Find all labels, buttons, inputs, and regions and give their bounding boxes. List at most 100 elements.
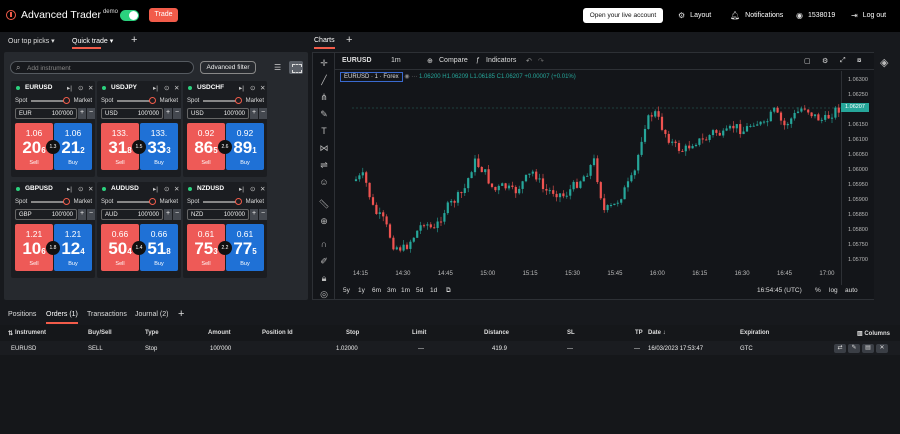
tab-charts[interactable]: Charts: [314, 37, 335, 49]
zoom-in-icon[interactable]: ⊕: [318, 216, 330, 227]
settings-icon[interactable]: ⚙: [822, 57, 828, 65]
fullscreen-chart-icon[interactable]: ▢: [804, 57, 811, 65]
col-limit[interactable]: Limit: [412, 330, 426, 336]
tile-symbol[interactable]: NZDUSD: [197, 185, 224, 192]
col-position-id[interactable]: Position Id: [262, 330, 293, 336]
increase-button[interactable]: +: [250, 108, 258, 119]
notifications-button[interactable]: 🔔︎ Notifications: [730, 11, 783, 20]
chart-symbol[interactable]: EURUSD: [342, 57, 372, 64]
account-button[interactable]: ◉ 1538019: [796, 11, 835, 20]
order-type-slider[interactable]: [117, 201, 151, 203]
tab-positions[interactable]: Positions: [8, 311, 36, 318]
quantity-field[interactable]: USD 100'000: [101, 108, 163, 119]
tile-close-icon[interactable]: ✕: [260, 185, 265, 193]
range-button-6m[interactable]: 6m: [372, 287, 381, 294]
tab-orders[interactable]: Orders (1): [46, 311, 78, 324]
chart-link-icon[interactable]: ▸|: [67, 185, 72, 193]
slider-knob[interactable]: [235, 198, 242, 205]
grid-view-icon[interactable]: [289, 61, 303, 74]
order-type-slider[interactable]: [203, 100, 237, 102]
list-view-icon[interactable]: ☰: [274, 63, 281, 72]
range-button-5y[interactable]: 5y: [343, 287, 350, 294]
add-chart-icon[interactable]: +: [346, 34, 352, 46]
order-type-slider[interactable]: [31, 100, 65, 102]
tile-symbol[interactable]: GBPUSD: [25, 185, 53, 192]
decrease-button[interactable]: −: [87, 209, 95, 220]
col-distance[interactable]: Distance: [484, 330, 509, 336]
col-sl[interactable]: SL: [567, 330, 575, 336]
range-button-5d[interactable]: 5d: [416, 287, 423, 294]
decrease-button[interactable]: −: [173, 209, 181, 220]
quantity-field[interactable]: AUD 100'000: [101, 209, 163, 220]
camera-icon[interactable]: ⧇: [857, 57, 861, 65]
increase-button[interactable]: +: [164, 108, 172, 119]
tile-info-icon[interactable]: ⊙: [78, 84, 83, 92]
modify-order-icon[interactable]: ✎: [848, 344, 860, 353]
prediction-icon[interactable]: ⇌: [318, 160, 330, 171]
order-type-slider[interactable]: [203, 201, 237, 203]
layers-icon[interactable]: ◈: [880, 56, 888, 69]
tile-symbol[interactable]: AUDUSD: [111, 185, 139, 192]
order-type-slider[interactable]: [31, 201, 65, 203]
quantity-field[interactable]: GBP 100'000: [15, 209, 77, 220]
undo-icon[interactable]: ↶: [526, 57, 532, 65]
col-stop[interactable]: Stop: [346, 330, 359, 336]
cancel-order-icon[interactable]: ✕: [876, 344, 888, 353]
col-expiration[interactable]: Expiration: [740, 330, 769, 336]
chart-interval[interactable]: 1m: [391, 57, 401, 64]
candlestick-chart[interactable]: [335, 71, 875, 285]
col-side[interactable]: Buy/Sell: [88, 330, 112, 336]
tile-symbol[interactable]: USDCHF: [197, 84, 224, 91]
text-icon[interactable]: T: [318, 126, 330, 136]
tile-close-icon[interactable]: ✕: [88, 84, 93, 92]
expand-icon[interactable]: ⤢: [840, 57, 846, 65]
tile-info-icon[interactable]: ⊙: [164, 84, 169, 92]
pitchfork-icon[interactable]: ⋔: [318, 92, 330, 103]
tile-symbol[interactable]: USDJPY: [111, 84, 137, 91]
advanced-filter-button[interactable]: Advanced filter: [200, 61, 256, 74]
magnet-icon[interactable]: ∩: [318, 239, 330, 249]
demo-toggle[interactable]: [120, 10, 139, 21]
range-button-1d[interactable]: 1d: [430, 287, 437, 294]
quantity-field[interactable]: NZD 100'000: [187, 209, 249, 220]
tab-our-top-picks[interactable]: Our top picks ▾: [8, 37, 55, 45]
tile-close-icon[interactable]: ✕: [174, 185, 179, 193]
emoji-icon[interactable]: ☺: [318, 177, 330, 187]
col-instrument[interactable]: Instrument: [15, 330, 46, 336]
decrease-button[interactable]: −: [259, 108, 267, 119]
range-button-3m[interactable]: 3m: [387, 287, 396, 294]
tile-info-icon[interactable]: ⊙: [250, 84, 255, 92]
increase-button[interactable]: +: [78, 209, 86, 220]
open-live-account-button[interactable]: Open your live account: [583, 8, 663, 23]
percent-scale-toggle[interactable]: %: [815, 287, 821, 294]
quantity-field[interactable]: USD 100'000: [187, 108, 249, 119]
slider-knob[interactable]: [63, 97, 70, 104]
logout-button[interactable]: ⇥ Log out: [851, 11, 886, 20]
increase-button[interactable]: +: [164, 209, 172, 220]
increase-button[interactable]: +: [78, 108, 86, 119]
slider-knob[interactable]: [149, 97, 156, 104]
tile-info-icon[interactable]: ⊙: [78, 185, 83, 193]
range-button-1y[interactable]: 1y: [358, 287, 365, 294]
columns-button[interactable]: ▥ Columns: [857, 330, 890, 337]
tile-close-icon[interactable]: ✕: [88, 185, 93, 193]
date-range-icon[interactable]: ⧉: [446, 287, 451, 295]
lock-drawing-icon[interactable]: ✐: [318, 256, 330, 267]
tile-close-icon[interactable]: ✕: [174, 84, 179, 92]
tile-symbol[interactable]: EURUSD: [25, 84, 52, 91]
tile-info-icon[interactable]: ⊙: [164, 185, 169, 193]
col-type[interactable]: Type: [145, 330, 159, 336]
tile-info-icon[interactable]: ⊙: [250, 185, 255, 193]
add-bottom-tab-icon[interactable]: +: [178, 308, 184, 320]
indicators-icon[interactable]: ƒ: [476, 57, 480, 64]
chart-link-icon[interactable]: ▸|: [239, 185, 244, 193]
decrease-button[interactable]: −: [259, 209, 267, 220]
col-amount[interactable]: Amount: [208, 330, 231, 336]
sort-icon[interactable]: ⇅: [8, 330, 13, 337]
instrument-search[interactable]: ⌕: [10, 61, 194, 74]
layout-button[interactable]: ⚙ Layout: [678, 11, 711, 20]
quantity-field[interactable]: EUR 100'000: [15, 108, 77, 119]
compare-icon[interactable]: ⊕: [427, 57, 433, 65]
indicators-button[interactable]: Indicators: [486, 57, 516, 64]
redo-icon[interactable]: ↷: [538, 57, 544, 65]
